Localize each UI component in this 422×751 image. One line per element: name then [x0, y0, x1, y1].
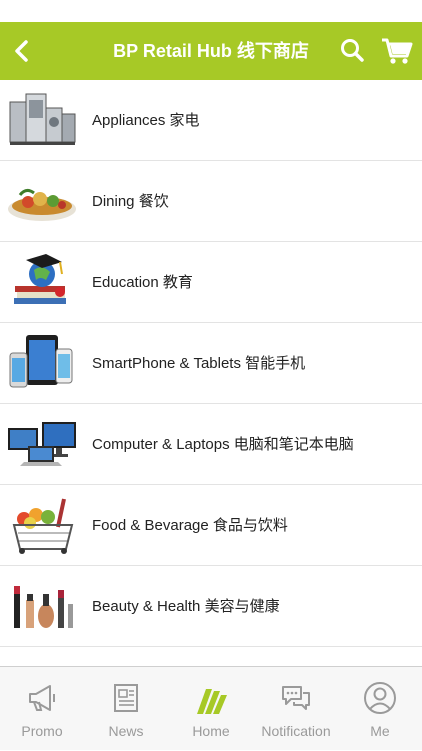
page-title: BP Retail Hub 线下商店 — [113, 41, 309, 61]
megaphone-icon — [29, 685, 55, 711]
tab-label: Me — [370, 723, 390, 739]
cart-icon — [382, 38, 413, 64]
computer-laptops-image — [8, 422, 76, 466]
bottom-tab-bar: Promo News Home Notification Me — [0, 666, 422, 750]
back-button[interactable] — [6, 33, 42, 69]
app-header: BP Retail Hub 线下商店 — [0, 22, 422, 80]
smartphone-tablets-image — [9, 335, 73, 388]
list-item[interactable]: Beauty & Health 美容与健康 — [0, 566, 422, 647]
list-item[interactable]: SmartPhone & Tablets 智能手机 — [0, 323, 422, 404]
search-icon — [341, 39, 364, 62]
category-label: Beauty & Health 美容与健康 — [92, 598, 280, 615]
category-label: SmartPhone & Tablets 智能手机 — [92, 355, 306, 372]
dining-image — [8, 188, 76, 221]
tab-label: Notification — [261, 723, 331, 739]
newspaper-icon — [114, 684, 138, 712]
home-logo-icon — [197, 689, 227, 714]
list-item[interactable]: Food & Bevarage 食品与饮料 — [0, 485, 422, 566]
category-label: Computer & Laptops 电脑和笔记本电脑 — [92, 436, 354, 453]
tab-home[interactable]: Home — [168, 667, 254, 751]
category-label: Appliances 家电 — [92, 112, 200, 129]
tab-label: Promo — [21, 723, 63, 739]
chevron-left-icon — [15, 40, 28, 62]
list-item[interactable]: Computer & Laptops 电脑和笔记本电脑 — [0, 404, 422, 485]
status-bar — [0, 0, 422, 22]
list-item[interactable]: Dining 餐饮 — [0, 161, 422, 242]
user-icon — [364, 682, 396, 714]
tab-me[interactable]: Me — [338, 667, 422, 751]
category-label: Education 教育 — [92, 274, 193, 291]
chat-bubbles-icon — [282, 686, 310, 710]
category-label: Dining 餐饮 — [92, 193, 169, 210]
tab-news[interactable]: News — [84, 667, 168, 751]
tab-label: Home — [192, 723, 230, 739]
appliances-image — [9, 93, 76, 145]
list-item[interactable]: Appliances 家电 — [0, 80, 422, 161]
education-image — [14, 254, 66, 304]
tab-notification[interactable]: Notification — [254, 667, 338, 751]
tab-promo[interactable]: Promo — [0, 667, 84, 751]
list-item[interactable]: Education 教育 — [0, 242, 422, 323]
cart-button[interactable] — [380, 35, 414, 67]
category-label: Food & Bevarage 食品与饮料 — [92, 517, 288, 534]
food-beverage-image — [12, 498, 74, 554]
search-button[interactable] — [337, 35, 369, 67]
category-list: Appliances 家电 Dining 餐饮 Education 教育 Sma… — [0, 80, 422, 666]
tab-label: News — [108, 723, 144, 739]
beauty-health-image — [14, 586, 73, 628]
